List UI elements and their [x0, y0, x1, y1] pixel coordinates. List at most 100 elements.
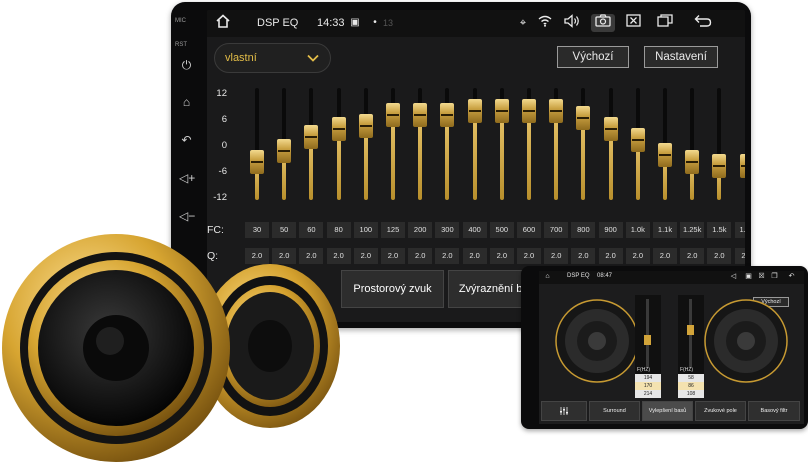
power-icon[interactable]: ⏻: [179, 58, 194, 73]
slider-knob[interactable]: [277, 139, 292, 164]
frequency-value[interactable]: 400: [462, 222, 487, 238]
slider-knob[interactable]: [603, 117, 618, 142]
q-value[interactable]: 2.0: [544, 248, 569, 264]
slider-knob[interactable]: [712, 154, 727, 178]
eq-band-slider[interactable]: [410, 88, 430, 200]
eq-band-slider[interactable]: [247, 88, 267, 200]
settings-button[interactable]: Nastavení: [644, 46, 718, 68]
eq-band-slider[interactable]: [628, 88, 648, 200]
slider-knob[interactable]: [386, 102, 400, 127]
frequency-value[interactable]: 80: [326, 222, 351, 238]
eq-band-slider[interactable]: [737, 88, 745, 200]
volume-up-icon[interactable]: ◁+: [179, 171, 195, 186]
preset-value: vlastní: [225, 52, 257, 64]
frequency-value[interactable]: 900: [598, 222, 623, 238]
frequency-value[interactable]: 1.0k: [625, 222, 650, 238]
preset-dropdown[interactable]: vlastní: [214, 43, 331, 73]
q-value[interactable]: 2.0: [435, 248, 460, 264]
slider-knob[interactable]: [549, 99, 564, 123]
eq-band-slider[interactable]: [356, 88, 376, 200]
volume-icon[interactable]: [562, 14, 582, 32]
q-value[interactable]: 2.0: [653, 248, 677, 264]
screenshot-icon[interactable]: [591, 14, 615, 32]
slider-fill: [554, 111, 559, 200]
q-value[interactable]: 2.0: [462, 248, 487, 264]
slider-knob[interactable]: [413, 102, 428, 127]
eq-band-slider[interactable]: [519, 88, 539, 200]
volume-down-icon[interactable]: ◁−: [179, 209, 195, 224]
frequency-value[interactable]: 1.8k: [734, 222, 745, 238]
frequency-value[interactable]: 125: [381, 222, 405, 238]
q-value[interactable]: 2.0: [598, 248, 623, 264]
slider-knob[interactable]: [358, 113, 373, 138]
q-value[interactable]: 2.0: [707, 248, 732, 264]
slider-knob[interactable]: [576, 106, 591, 131]
slider-knob[interactable]: [685, 150, 700, 175]
eq-band-slider[interactable]: [546, 88, 566, 200]
frequency-value[interactable]: 200: [408, 222, 433, 238]
q-value[interactable]: 2.0: [680, 248, 705, 264]
q-value[interactable]: 2.0: [408, 248, 433, 264]
eq-band-slider[interactable]: [301, 88, 321, 200]
frequency-value[interactable]: 30: [245, 222, 269, 238]
slider-knob[interactable]: [522, 99, 536, 123]
right-value: 86: [678, 382, 704, 390]
eq-band-slider[interactable]: [682, 88, 702, 200]
frequency-value[interactable]: 100: [353, 222, 378, 238]
home-icon[interactable]: [213, 14, 233, 32]
eq-band-slider[interactable]: [437, 88, 457, 200]
slider-knob[interactable]: [331, 117, 346, 142]
eq-band-slider[interactable]: [383, 88, 403, 200]
left-value: 194: [635, 374, 661, 382]
recent-apps-icon[interactable]: [655, 14, 675, 32]
right-value: 58: [678, 374, 704, 382]
q-value[interactable]: 2.0: [489, 248, 514, 264]
slider-knob[interactable]: [467, 99, 482, 123]
screenshot-icon: ▣: [745, 273, 752, 280]
eq-band-slider[interactable]: [709, 88, 729, 200]
frequency-value[interactable]: 1.1k: [653, 222, 677, 238]
frequency-value[interactable]: 600: [517, 222, 541, 238]
q-value[interactable]: 2.0: [381, 248, 405, 264]
recent-apps-icon: ❐: [771, 273, 778, 280]
surround-button[interactable]: Prostorový zvuk: [341, 270, 444, 308]
mic-label: MIC: [175, 18, 186, 24]
frequency-value[interactable]: 800: [571, 222, 596, 238]
slider-knob[interactable]: [304, 124, 319, 149]
slider-knob[interactable]: [739, 154, 745, 178]
home-icon[interactable]: ⌂: [179, 95, 194, 110]
frequency-value[interactable]: 300: [435, 222, 460, 238]
frequency-value[interactable]: 1.5k: [707, 222, 732, 238]
eq-band-slider[interactable]: [329, 88, 349, 200]
slider-knob[interactable]: [494, 99, 509, 123]
frequency-value[interactable]: 60: [299, 222, 324, 238]
q-value[interactable]: 2.0: [353, 248, 378, 264]
frequency-value[interactable]: 500: [489, 222, 514, 238]
volume-icon: ◁: [730, 273, 737, 280]
back-icon[interactable]: ↶: [179, 133, 194, 148]
close-window-icon[interactable]: [623, 14, 643, 32]
slider-knob[interactable]: [440, 102, 455, 127]
eq-band-slider[interactable]: [573, 88, 593, 200]
slider-fill: [445, 114, 450, 200]
small-tab: Basový filtr: [748, 401, 800, 421]
eq-band-slider[interactable]: [655, 88, 675, 200]
slider-knob[interactable]: [250, 150, 264, 175]
frequency-value[interactable]: 50: [272, 222, 297, 238]
slider-knob[interactable]: [658, 143, 672, 167]
q-value[interactable]: 2.0: [625, 248, 650, 264]
eq-band-slider[interactable]: [274, 88, 294, 200]
q-value[interactable]: 2.0: [517, 248, 541, 264]
frequency-value[interactable]: 1.25k: [680, 222, 705, 238]
eq-band-slider[interactable]: [465, 88, 485, 200]
location-icon: ⌖: [519, 17, 527, 29]
q-value[interactable]: 2.0: [734, 248, 745, 264]
back-icon[interactable]: [693, 14, 713, 32]
default-button[interactable]: Výchozí: [557, 46, 629, 68]
slider-fill: [472, 111, 477, 200]
frequency-value[interactable]: 700: [544, 222, 569, 238]
eq-band-slider[interactable]: [601, 88, 621, 200]
eq-band-slider[interactable]: [492, 88, 512, 200]
q-value[interactable]: 2.0: [571, 248, 596, 264]
slider-knob[interactable]: [630, 128, 645, 153]
